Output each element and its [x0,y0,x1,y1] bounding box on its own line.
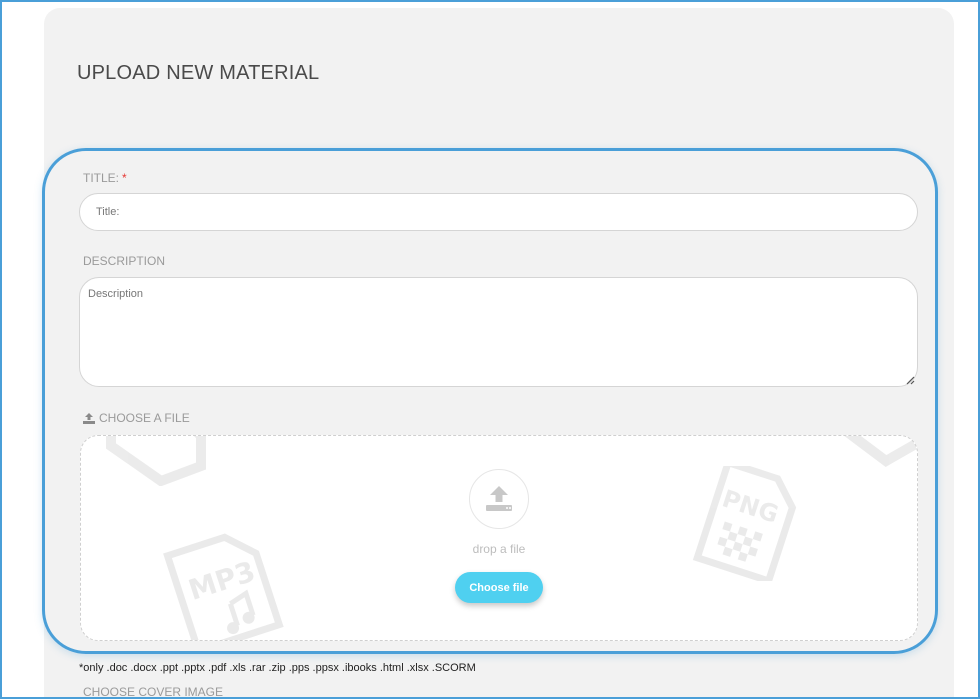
choose-file-label: CHOOSE A FILE [83,411,190,425]
upload-circle-button[interactable] [469,469,529,529]
svg-text:PNG: PNG [719,484,782,528]
file-dropzone[interactable]: MP3 PNG drop a file Choose file [80,435,918,641]
cover-image-label: CHOOSE COVER IMAGE [83,685,224,699]
allowed-formats-note: *only .doc .docx .ppt .pptx .pdf .xls .r… [79,662,476,674]
required-mark: * [122,171,127,185]
description-label: DESCRIPTION [83,254,166,268]
choose-file-button[interactable]: Choose file [455,572,543,603]
title-label-text: TITLE: [83,171,120,185]
description-textarea[interactable] [79,277,918,387]
png-file-icon: PNG [692,466,797,581]
title-label: TITLE: * [83,171,127,185]
page-title: UPLOAD NEW MATERIAL [77,62,320,84]
drop-a-file-text: drop a file [472,542,526,556]
title-input[interactable] [79,193,918,231]
file-icon [106,436,206,486]
resize-handle-icon[interactable] [905,375,915,385]
file-icon [844,436,917,467]
screenshot-frame: UPLOAD NEW MATERIAL TITLE:* DESCRIPTION … [0,0,980,699]
upload-tray-icon [486,486,512,511]
choose-file-label-text: CHOOSE A FILE [99,411,190,425]
upload-icon [83,412,95,424]
